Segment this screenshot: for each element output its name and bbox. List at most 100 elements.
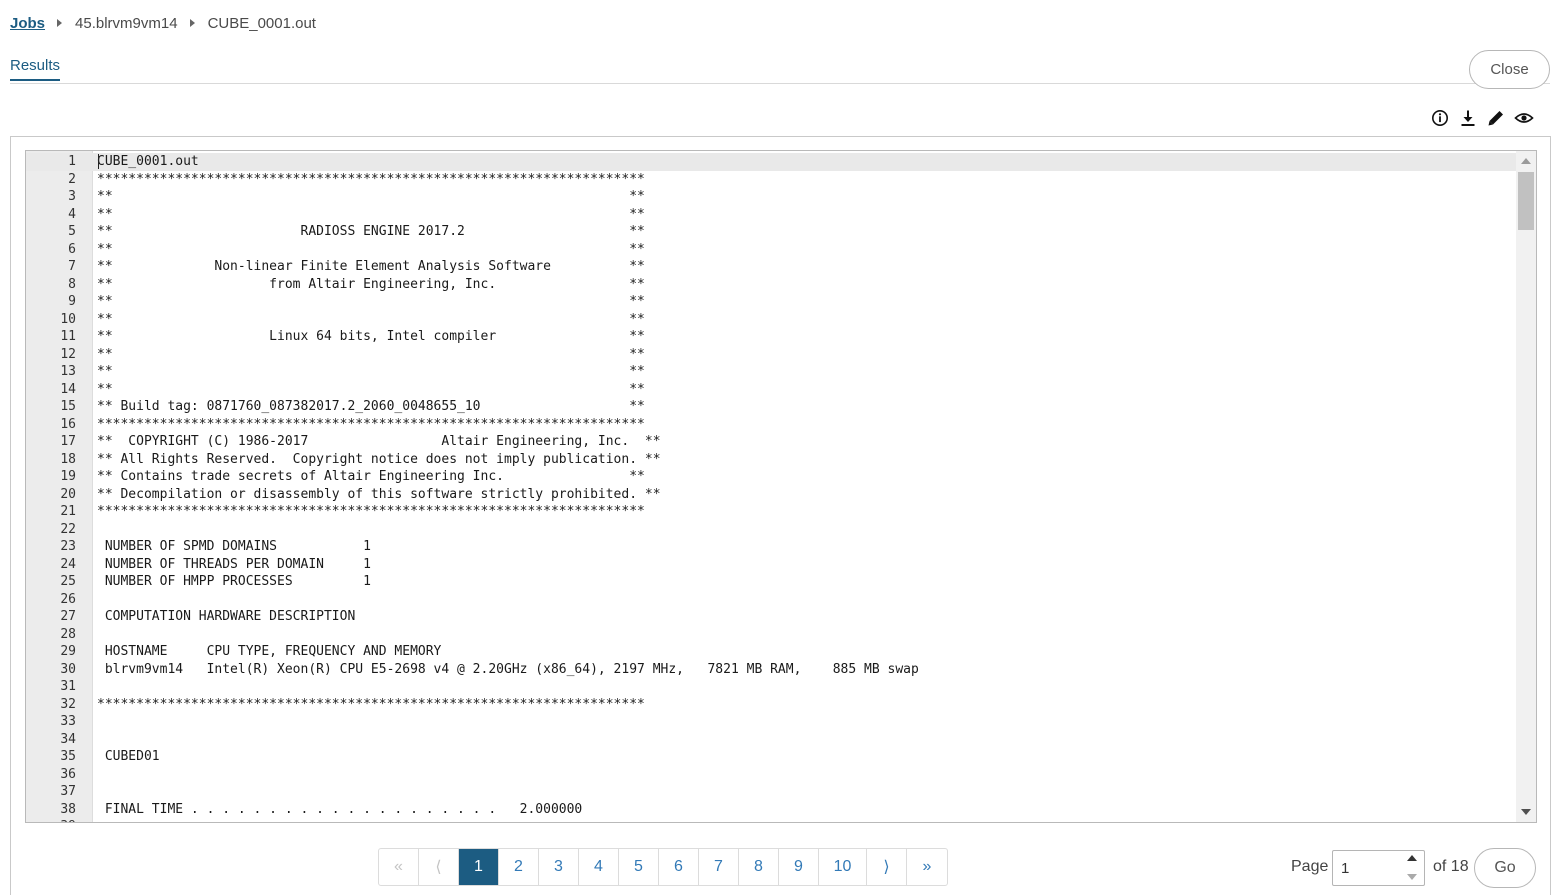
line-number: 22 [60, 521, 76, 537]
close-button[interactable]: Close [1469, 50, 1550, 89]
code-line[interactable]: 22 [26, 521, 1516, 539]
page-button-4[interactable]: 4 [579, 849, 619, 885]
scroll-thumb[interactable] [1518, 172, 1534, 230]
code-line[interactable]: 10 ** ** [26, 311, 1516, 329]
breadcrumb-separator-icon [189, 19, 195, 27]
line-number: 31 [60, 679, 76, 694]
code-line[interactable]: 25 NUMBER OF HMPP PROCESSES 1 [26, 573, 1516, 591]
code-line[interactable]: 16 **************************************… [26, 416, 1516, 434]
code-line[interactable]: 1 CUBE_0001.out [26, 153, 1516, 171]
code-line[interactable]: 15 ** Build tag: 0871760_087382017.2_2060… [26, 398, 1516, 416]
page-button-7[interactable]: 7 [699, 849, 739, 885]
code-line[interactable]: 3 ** ** [26, 188, 1516, 206]
page-number-input[interactable] [1333, 851, 1403, 885]
line-number: 16 [60, 416, 76, 432]
decrement-icon[interactable] [1407, 874, 1417, 880]
first-page-button[interactable]: « [379, 849, 419, 885]
code-line[interactable]: 6 ** ** [26, 241, 1516, 259]
line-number: 20 [60, 486, 76, 502]
code-line[interactable]: 39 [26, 818, 1516, 822]
code-line[interactable]: 21 **************************************… [26, 503, 1516, 521]
code-line[interactable]: 36 [26, 766, 1516, 784]
line-number: 38 [60, 801, 76, 817]
code-line[interactable]: 33 [26, 713, 1516, 731]
view-icon[interactable] [1513, 107, 1535, 129]
line-text: COMPUTATION HARDWARE DESCRIPTION [97, 609, 356, 624]
code-line[interactable]: 18 ** All Rights Reserved. Copyright noti… [26, 451, 1516, 469]
info-icon[interactable] [1429, 107, 1451, 129]
code-line[interactable]: 31 [26, 678, 1516, 696]
code-line[interactable]: 28 [26, 626, 1516, 644]
line-text: ** Build tag: 0871760_087382017.2_2060_0… [97, 399, 645, 414]
page-button-6[interactable]: 6 [659, 849, 699, 885]
code-line[interactable]: 27 COMPUTATION HARDWARE DESCRIPTION [26, 608, 1516, 626]
code-line[interactable]: 37 [26, 783, 1516, 801]
file-content-editor[interactable]: 1 CUBE_0001.out 2 *************************… [25, 150, 1537, 823]
code-line[interactable]: 35 CUBED01 [26, 748, 1516, 766]
page-button-5[interactable]: 5 [619, 849, 659, 885]
code-area[interactable]: 1 CUBE_0001.out 2 *************************… [26, 151, 1516, 822]
tab-results[interactable]: Results [10, 57, 61, 81]
go-button[interactable]: Go [1474, 848, 1536, 888]
code-line[interactable]: 19 ** Contains trade secrets of Altair En… [26, 468, 1516, 486]
last-page-button[interactable]: » [907, 849, 947, 885]
edit-icon[interactable] [1485, 107, 1507, 129]
code-line[interactable]: 13 ** ** [26, 363, 1516, 381]
page-label: Page [1291, 858, 1329, 875]
code-line[interactable]: 23 NUMBER OF SPMD DOMAINS 1 [26, 538, 1516, 556]
line-text: ** ** [97, 311, 645, 327]
page-button-9[interactable]: 9 [779, 849, 819, 885]
code-line[interactable]: 32 **************************************… [26, 696, 1516, 714]
line-number: 9 [68, 294, 76, 309]
breadcrumb-job[interactable]: 45.blrvm9vm14 [75, 15, 178, 32]
line-text: NUMBER OF HMPP PROCESSES 1 [97, 574, 371, 589]
line-text: ** Non-linear Finite Element Analysis So… [97, 259, 645, 274]
page-button-3[interactable]: 3 [539, 849, 579, 885]
breadcrumb-jobs-link[interactable]: Jobs [10, 15, 45, 32]
line-text: NUMBER OF THREADS PER DOMAIN 1 [97, 556, 371, 572]
code-line[interactable]: 14 ** ** [26, 381, 1516, 399]
code-line[interactable]: 30 blrvm9vm14 Intel(R) Xeon(R) CPU E5-26… [26, 661, 1516, 679]
line-number: 33 [60, 714, 76, 729]
line-number: 17 [60, 434, 76, 449]
code-line[interactable]: 29 HOSTNAME CPU TYPE, FREQUENCY AND MEMO… [26, 643, 1516, 661]
code-line[interactable]: 38 FINAL TIME . . . . . . . . . . . . . … [26, 801, 1516, 819]
scroll-down-icon[interactable] [1521, 809, 1531, 815]
line-number: 12 [60, 346, 76, 362]
code-line[interactable]: 12 ** ** [26, 346, 1516, 364]
code-line[interactable]: 4 ** ** [26, 206, 1516, 224]
line-text: ** ** [97, 381, 645, 397]
increment-icon[interactable] [1407, 855, 1417, 861]
line-number: 35 [60, 749, 76, 764]
page-button-2[interactable]: 2 [499, 849, 539, 885]
code-line[interactable]: 11 ** Linux 64 bits, Intel compiler ** [26, 328, 1516, 346]
page-button-8[interactable]: 8 [739, 849, 779, 885]
code-line[interactable]: 5 ** RADIOSS ENGINE 2017.2 ** [26, 223, 1516, 241]
line-text: CUBED01 [97, 749, 160, 764]
code-line[interactable]: 24 NUMBER OF THREADS PER DOMAIN 1 [26, 556, 1516, 574]
line-text: ****************************************… [97, 696, 645, 712]
code-line[interactable]: 34 [26, 731, 1516, 749]
line-number: 36 [60, 766, 76, 782]
pagination: « ⟨ 1 2 3 4 5 6 7 8 9 10 ⟩» [378, 848, 948, 886]
line-text: ****************************************… [97, 504, 645, 519]
vertical-scrollbar[interactable] [1516, 151, 1536, 822]
scroll-up-icon[interactable] [1521, 158, 1531, 164]
page-button-1[interactable]: 1 [459, 849, 499, 885]
line-text: ** ** [97, 294, 645, 309]
next-page-button[interactable]: ⟩ [867, 849, 907, 885]
line-number: 21 [60, 504, 76, 519]
page-button-10[interactable]: 10 [819, 849, 867, 885]
download-icon[interactable] [1457, 107, 1479, 129]
line-number: 26 [60, 591, 76, 607]
previous-page-button[interactable]: ⟨ [419, 849, 459, 885]
code-line[interactable]: 8 ** from Altair Engineering, Inc. ** [26, 276, 1516, 294]
code-line[interactable]: 17 ** COPYRIGHT (C) 1986-2017 Altair Engi… [26, 433, 1516, 451]
code-line[interactable]: 7 ** Non-linear Finite Element Analysis S… [26, 258, 1516, 276]
code-line[interactable]: 26 [26, 591, 1516, 609]
line-number: 29 [60, 644, 76, 659]
code-line[interactable]: 20 ** Decompilation or disassembly of thi… [26, 486, 1516, 504]
code-line[interactable]: 9 ** ** [26, 293, 1516, 311]
line-number: 11 [60, 329, 76, 344]
code-line[interactable]: 2 ***************************************… [26, 171, 1516, 189]
